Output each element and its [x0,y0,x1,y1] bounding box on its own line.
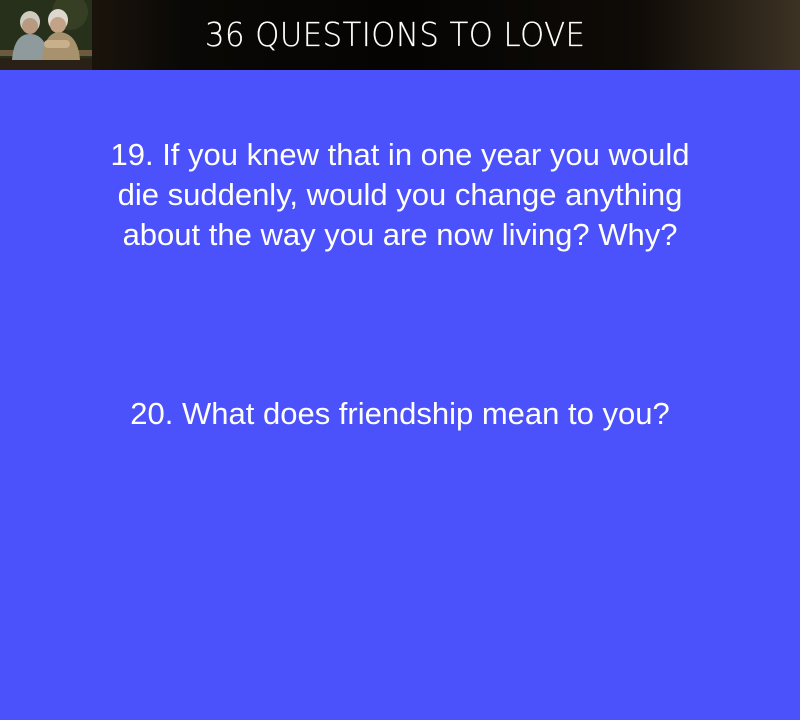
header-banner: 36 QUESTIONS TO LOVE [0,0,800,70]
header-fade [92,0,182,70]
question-20: 20. What does friendship mean to you? [130,396,670,431]
question-19: 19. If you knew that in one year you wou… [110,137,690,252]
elderly-couple-photo-icon [0,0,92,70]
page: 36 QUESTIONS TO LOVE 19. If you knew tha… [0,0,800,720]
page-title: 36 QUESTIONS TO LOVE [205,15,586,54]
couple-photo-graphic [0,0,92,70]
